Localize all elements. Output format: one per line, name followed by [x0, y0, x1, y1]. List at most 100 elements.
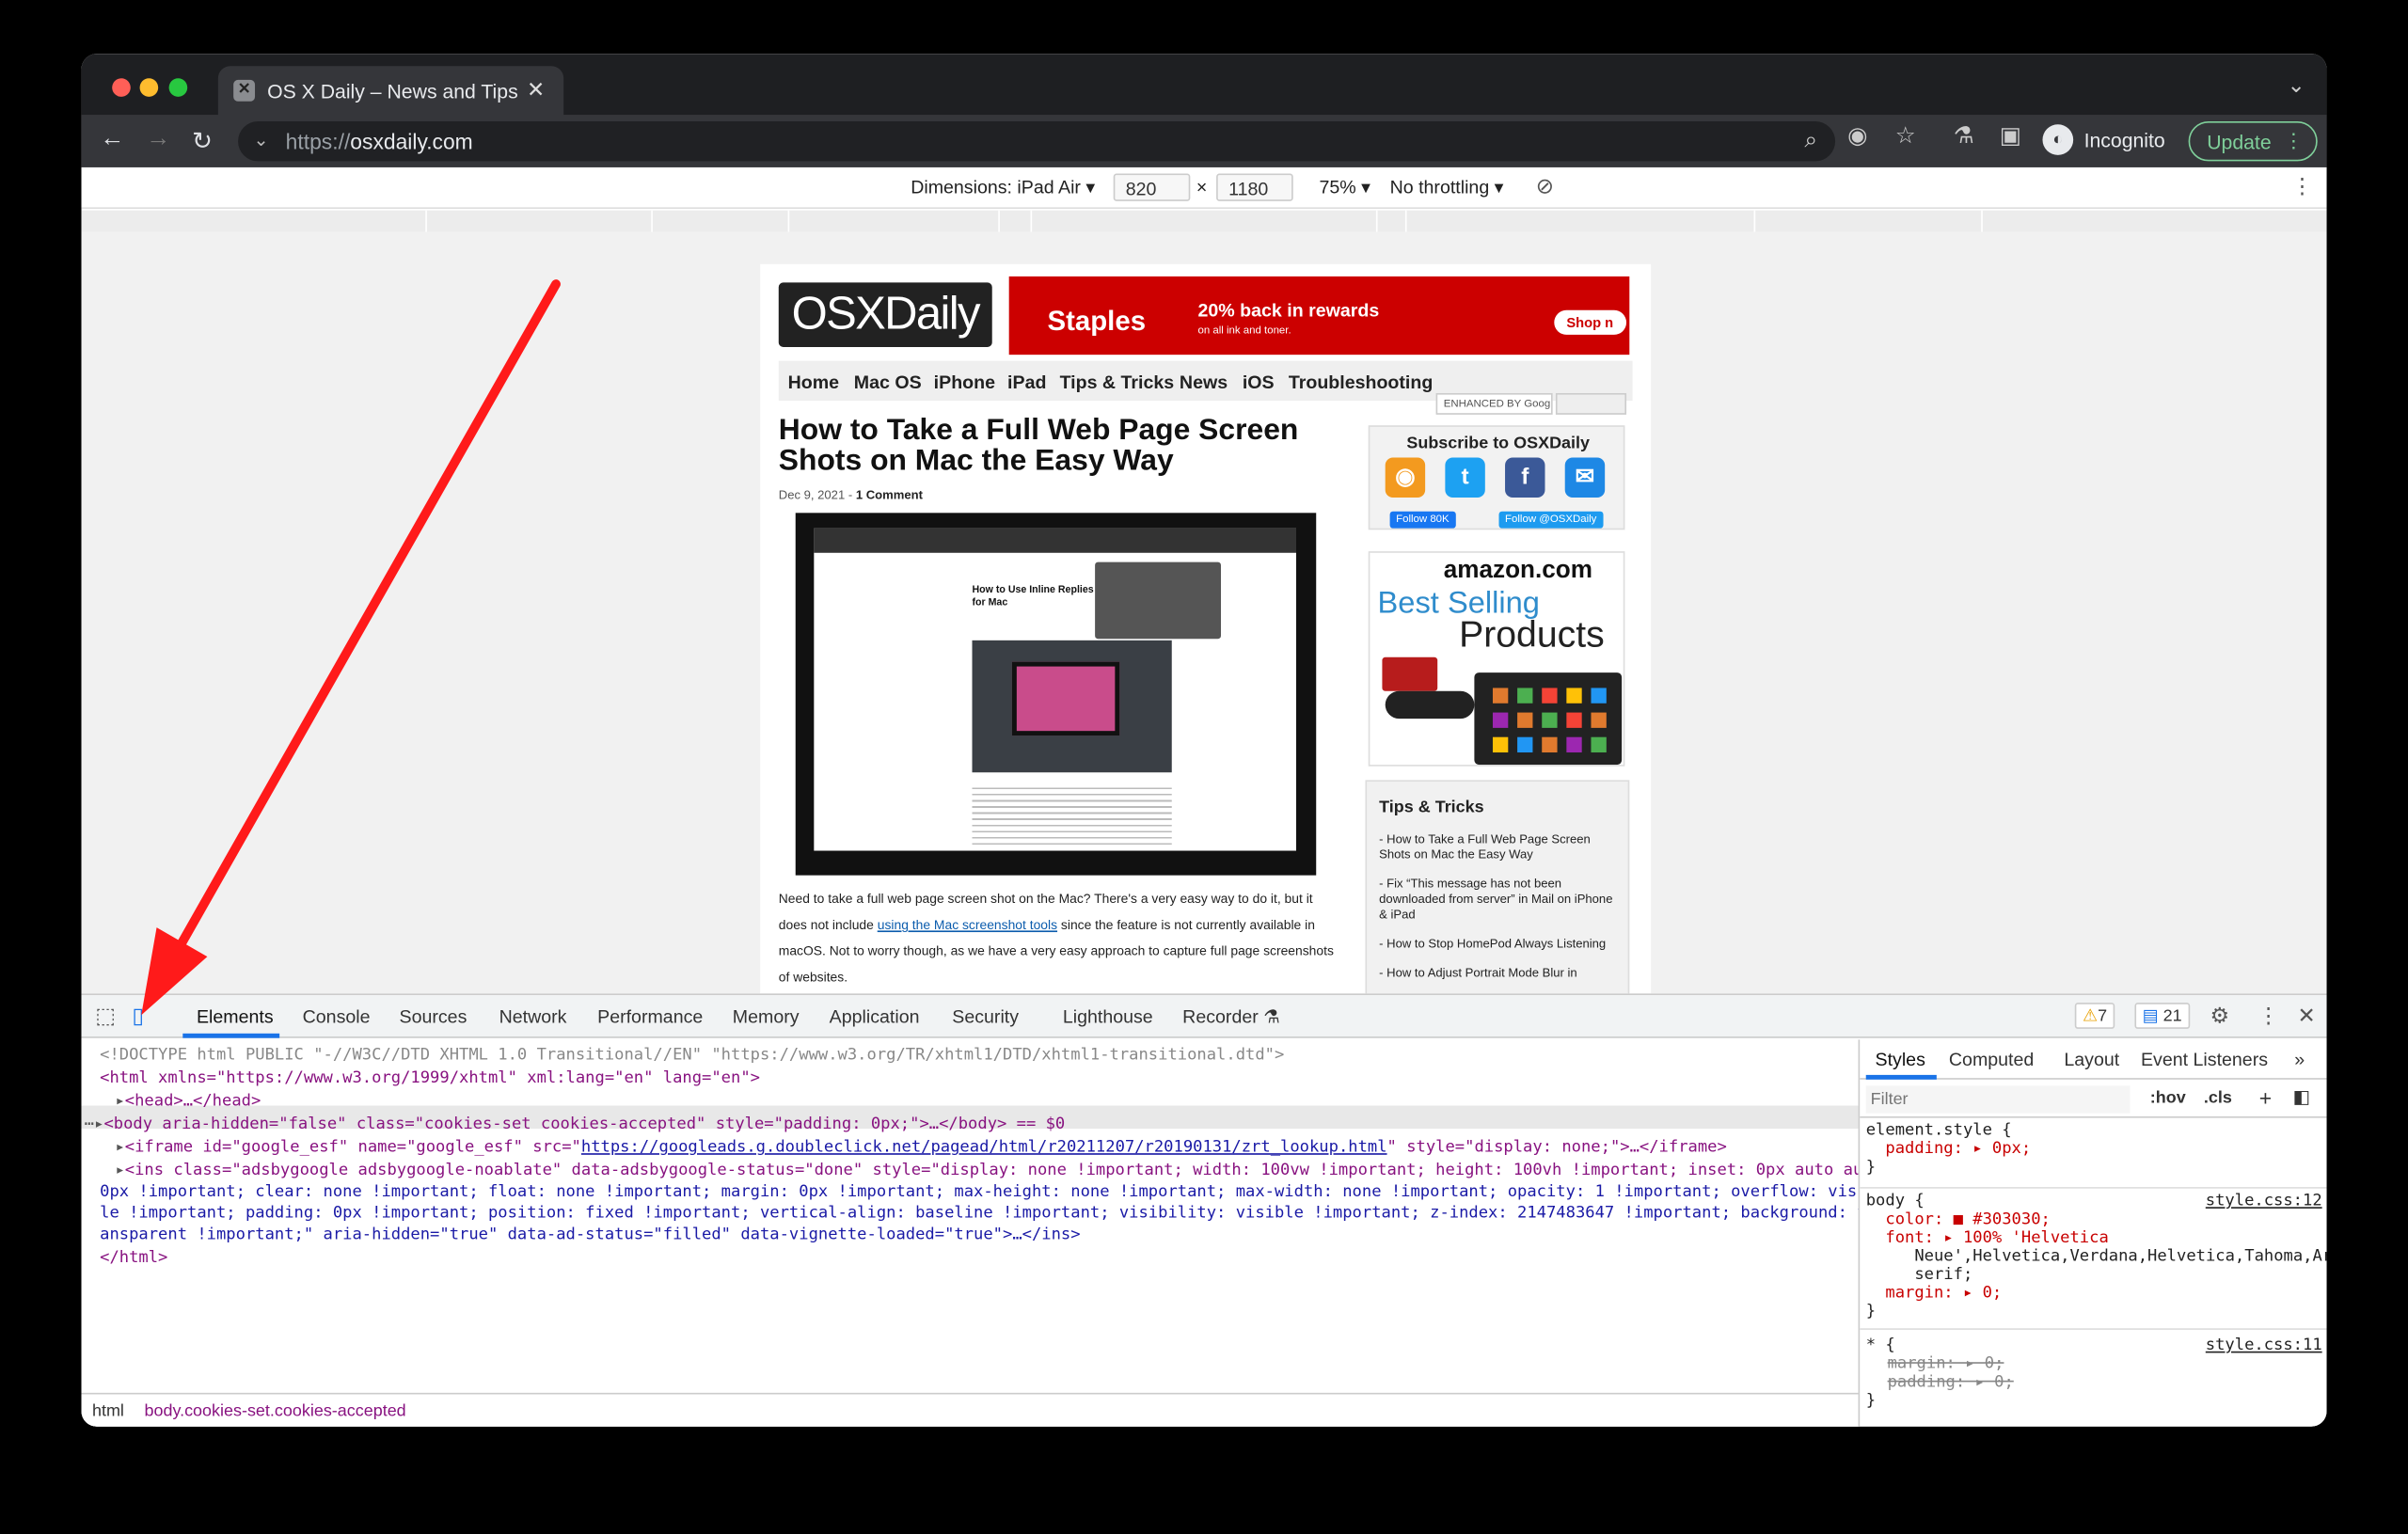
add-rule-icon[interactable]: +	[2259, 1085, 2272, 1110]
address-bar[interactable]: ⌄ https://osxdaily.com ⌕	[238, 120, 1836, 162]
device-dimensions-select[interactable]: Dimensions: iPad Air ▾	[911, 177, 1095, 198]
tip-link[interactable]: - How to Adjust Portrait Mode Blur in	[1379, 966, 1617, 981]
tab-application[interactable]: Application	[830, 1005, 920, 1027]
tab-computed[interactable]: Computed	[1949, 1049, 2034, 1070]
breadcrumb-html[interactable]: html	[92, 1402, 124, 1421]
color-declaration[interactable]: color: ■ #303030;	[1866, 1210, 2327, 1229]
tip-link[interactable]: - How to Take a Full Web Page Screen Sho…	[1379, 832, 1617, 863]
breadcrumb-body[interactable]: body.cookies-set.cookies-accepted	[144, 1402, 405, 1421]
labs-flask-icon[interactable]: ⚗	[1954, 121, 1974, 150]
email-icon[interactable]: ✉	[1564, 457, 1606, 498]
styles-filter-input[interactable]	[1865, 1085, 2131, 1114]
warnings-badge[interactable]: ⚠7	[2074, 1003, 2115, 1029]
settings-gear-icon[interactable]: ⚙	[2210, 1003, 2229, 1029]
html-node[interactable]: <html xmlns="https://www.w3.org/1999/xht…	[100, 1067, 760, 1090]
maximize-window-button[interactable]	[168, 78, 188, 97]
tab-sources[interactable]: Sources	[400, 1005, 467, 1027]
head-node[interactable]: ▸<head>…</head>	[115, 1090, 261, 1113]
tip-link[interactable]: - Fix “This message has not been downloa…	[1379, 877, 1617, 923]
cls-toggle[interactable]: .cls	[2204, 1089, 2232, 1108]
facebook-follow-button[interactable]: Follow 80K	[1389, 511, 1456, 529]
side-panel-icon[interactable]: ▣	[2000, 121, 2021, 150]
devtools-more-icon[interactable]: ⋮	[2258, 1003, 2279, 1029]
font-declaration[interactable]: font: ▸ 100% 'Helvetica	[1866, 1228, 2327, 1247]
tab-performance[interactable]: Performance	[597, 1005, 703, 1027]
nav-news[interactable]: News	[1180, 372, 1228, 393]
rotate-icon[interactable]: ⊘	[1536, 173, 1554, 199]
expand-triangle-icon[interactable]: ▸	[115, 1092, 124, 1111]
bookmark-star-icon[interactable]: ☆	[1895, 121, 1916, 150]
nav-ios[interactable]: iOS	[1243, 372, 1275, 393]
messages-badge[interactable]: ▤ 21	[2134, 1003, 2190, 1029]
inspect-element-icon[interactable]: ⬚	[95, 1003, 116, 1029]
tracking-blocked-eye-icon[interactable]: ◉	[1847, 121, 1867, 150]
rss-icon[interactable]: ◉	[1385, 457, 1426, 498]
comments-link[interactable]: 1 Comment	[856, 488, 923, 502]
tab-network[interactable]: Network	[499, 1005, 567, 1027]
nav-tips-tricks[interactable]: Tips & Tricks	[1060, 372, 1175, 393]
padding-declaration[interactable]: padding: ▸ 0px;	[1866, 1139, 2327, 1158]
tip-link[interactable]: - How to Stop HomePod Always Listening	[1379, 937, 1617, 952]
zoom-icon[interactable]: ⌕	[1804, 128, 1817, 154]
update-button[interactable]: Update ⋮	[2188, 120, 2318, 162]
minimize-window-button[interactable]	[139, 78, 159, 97]
iframe-src-link[interactable]: https://googleads.g.doubleclick.net/page…	[581, 1138, 1387, 1157]
device-toolbar-more-icon[interactable]: ⋮	[2291, 173, 2313, 199]
viewport-width-input[interactable]: 820	[1113, 173, 1191, 201]
site-info-chevron-icon[interactable]: ⌄	[253, 129, 268, 150]
iframe-node[interactable]: ▸<iframe id="google_esf" name="google_es…	[115, 1136, 1726, 1159]
close-devtools-icon[interactable]: ✕	[2298, 1003, 2316, 1029]
reload-icon[interactable]: ↻	[192, 126, 213, 157]
tab-elements[interactable]: Elements	[197, 1005, 274, 1027]
toggle-sidebar-icon[interactable]: ◧	[2293, 1085, 2311, 1107]
expand-triangle-icon[interactable]: ▸	[115, 1161, 124, 1179]
screenshot-tools-link[interactable]: using the Mac screenshot tools	[878, 917, 1057, 932]
nav-iphone[interactable]: iPhone	[934, 372, 995, 393]
toggle-device-toolbar-icon[interactable]: ▯	[132, 1003, 144, 1029]
amazon-ad[interactable]: amazon.com Best Selling Products	[1368, 551, 1625, 767]
browser-menu-icon[interactable]: ⋮	[2284, 129, 2304, 153]
tab-memory[interactable]: Memory	[733, 1005, 800, 1027]
close-window-button[interactable]	[112, 78, 131, 97]
ad-shop-button[interactable]: Shop n	[1554, 309, 1626, 335]
body-node[interactable]: ⋯▸<body aria-hidden="false" class="cooki…	[85, 1114, 1065, 1136]
nav-troubleshooting[interactable]: Troubleshooting	[1289, 372, 1433, 393]
tab-event-listeners[interactable]: Event Listeners	[2141, 1049, 2268, 1070]
tab-styles[interactable]: Styles	[1876, 1049, 1925, 1070]
expand-triangle-icon[interactable]: ▸	[115, 1138, 124, 1157]
twitter-icon[interactable]: t	[1445, 457, 1485, 498]
more-tabs-chevron-icon[interactable]: »	[2294, 1049, 2305, 1070]
nav-macos[interactable]: Mac OS	[854, 372, 922, 393]
doctype-node[interactable]: <!DOCTYPE html PUBLIC "-//W3C//DTD XHTML…	[100, 1044, 1284, 1067]
media-query-bar[interactable]	[81, 210, 2327, 232]
margin-overridden-declaration[interactable]: margin: ▸ 0;	[1888, 1354, 2327, 1373]
site-logo[interactable]: OSXDaily	[778, 282, 992, 347]
back-icon[interactable]: ←	[100, 126, 124, 153]
nav-home[interactable]: Home	[788, 372, 839, 393]
close-tab-icon[interactable]: ✕	[527, 77, 545, 103]
body-rule-source-link[interactable]: style.css:12	[2206, 1192, 2322, 1210]
tab-search-chevron-icon[interactable]: ⌄	[2288, 72, 2305, 99]
expand-triangle-icon[interactable]: ▸	[94, 1115, 103, 1133]
zoom-select[interactable]: 75% ▾	[1319, 177, 1370, 198]
hov-toggle[interactable]: :hov	[2150, 1089, 2186, 1108]
tab-security[interactable]: Security	[952, 1005, 1019, 1027]
forward-icon[interactable]: →	[146, 126, 170, 153]
tab-console[interactable]: Console	[303, 1005, 371, 1027]
browser-tab[interactable]: ✕ OS X Daily – News and Tips for Mac, iP…	[217, 66, 564, 116]
html-close-node[interactable]: </html>	[100, 1247, 167, 1270]
url-text[interactable]: https://osxdaily.com	[286, 129, 473, 153]
padding-overridden-declaration[interactable]: padding: ▸ 0;	[1888, 1373, 2327, 1392]
article-headline[interactable]: How to Take a Full Web Page Screen Shots…	[779, 415, 1354, 476]
staples-ad-banner[interactable]: Staples 20% back in rewards on all ink a…	[1008, 276, 1630, 356]
tab-recorder[interactable]: Recorder ⚗	[1182, 1005, 1280, 1027]
site-search-input[interactable]: ENHANCED BY Goog	[1435, 392, 1553, 415]
nav-ipad[interactable]: iPad	[1007, 372, 1046, 393]
tab-layout[interactable]: Layout	[2064, 1049, 2119, 1070]
universal-rule-source-link[interactable]: style.css:11	[2206, 1336, 2322, 1354]
site-search-button[interactable]	[1555, 392, 1627, 415]
facebook-icon[interactable]: f	[1505, 457, 1545, 498]
throttle-select[interactable]: No throttling ▾	[1390, 177, 1504, 198]
twitter-follow-button[interactable]: Follow @OSXDaily	[1498, 511, 1603, 529]
node-more-icon[interactable]: ⋯	[85, 1115, 94, 1133]
